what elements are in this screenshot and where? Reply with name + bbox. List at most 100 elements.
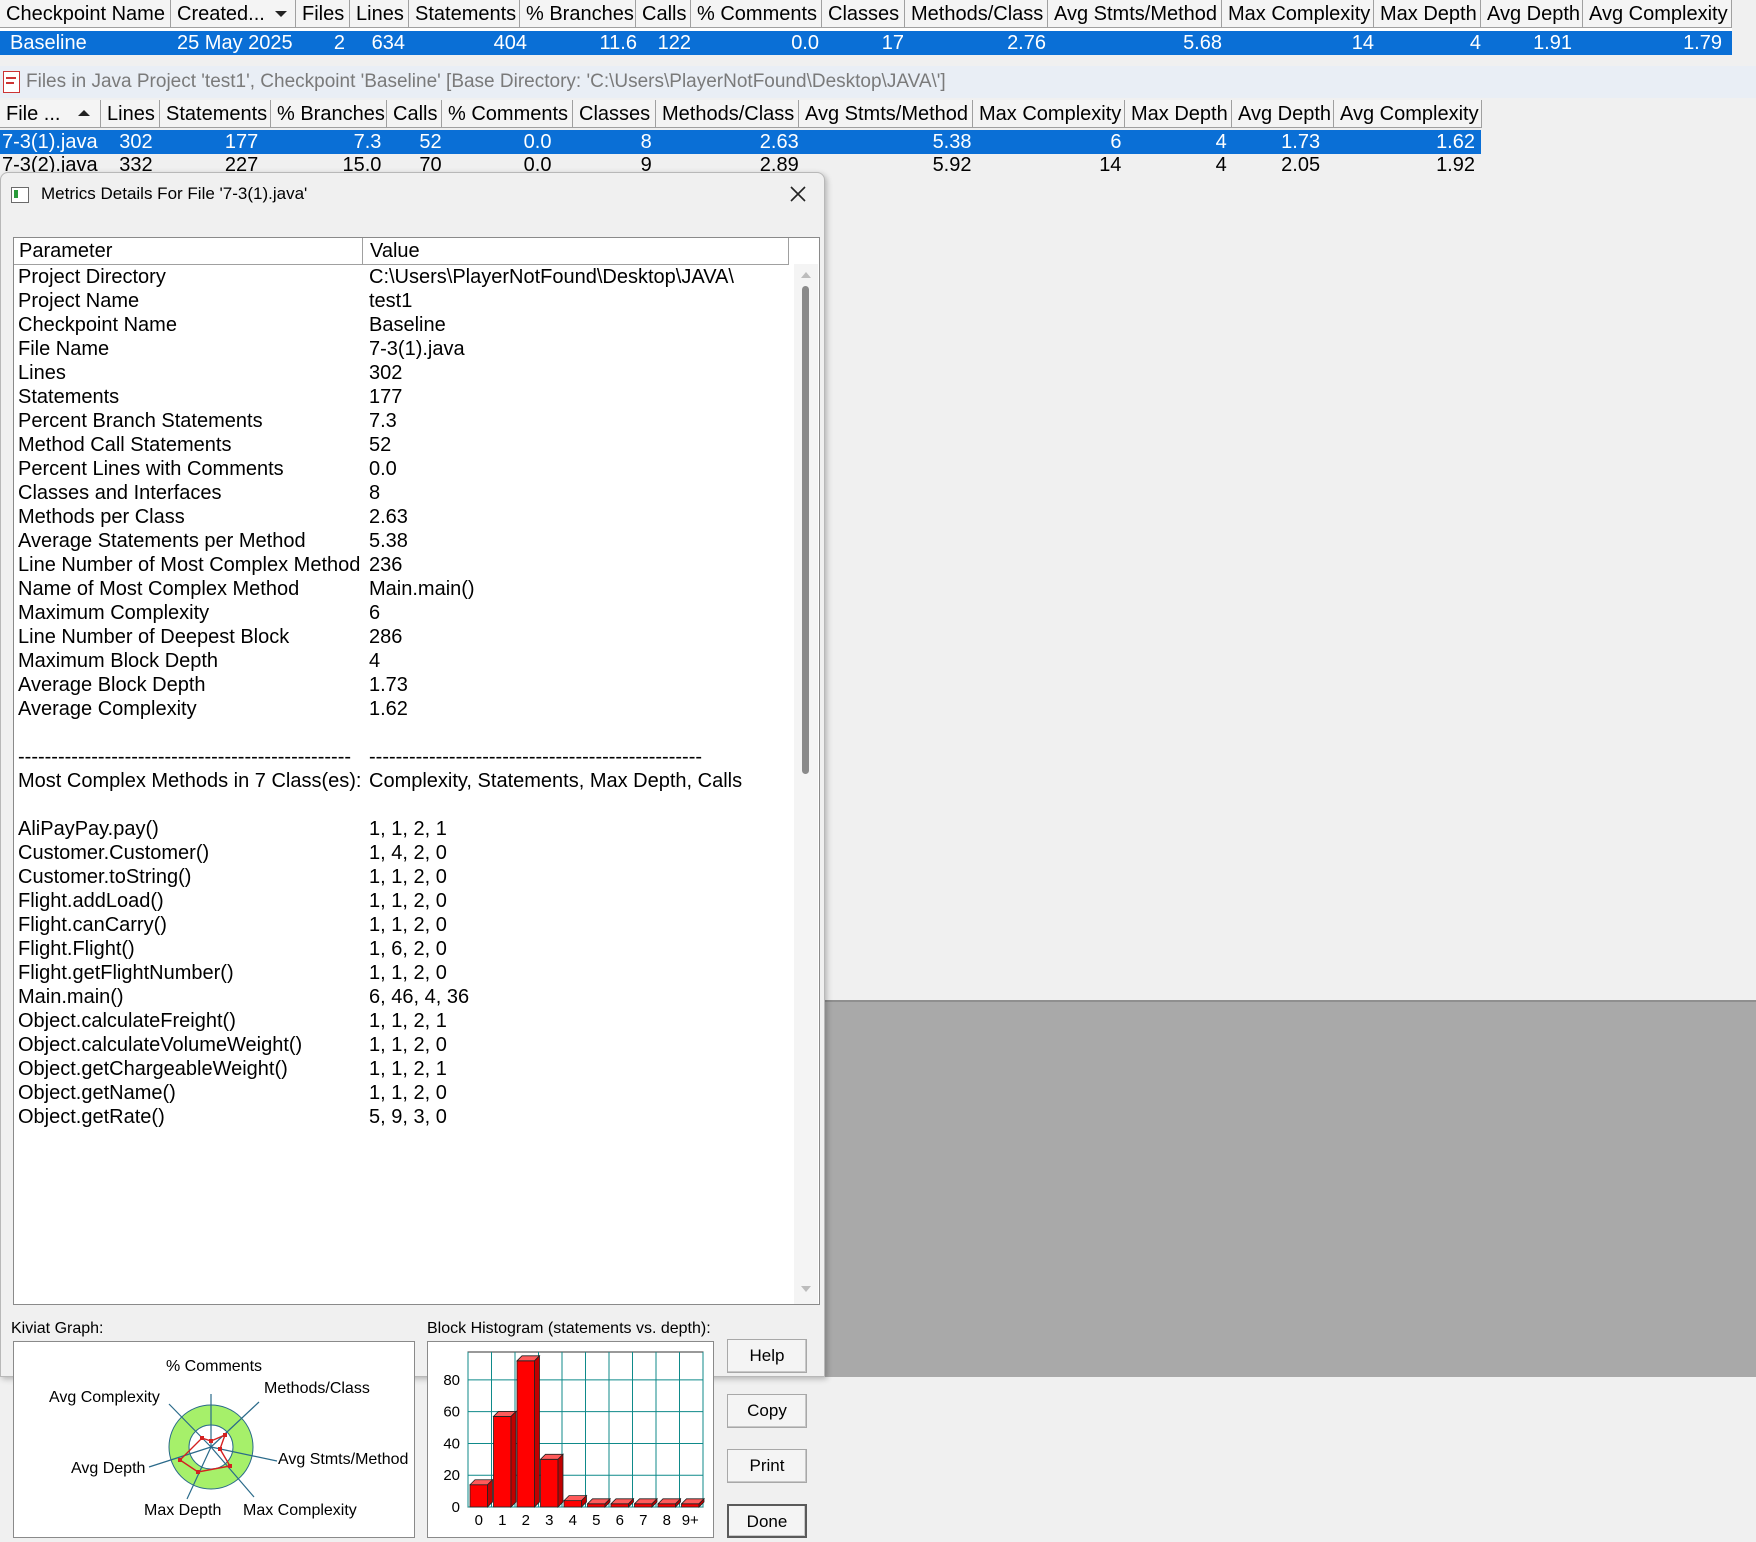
parameter-cell: Classes and Interfaces [18,482,222,504]
parameter-cell: Percent Branch Statements [18,410,263,432]
list-item[interactable]: Line Number of Deepest Block 286 [14,625,789,649]
print-button[interactable]: Print [727,1449,807,1483]
list-item[interactable]: Object.calculateVolumeWeight() 1, 1, 2, 0 [14,1033,789,1057]
list-item[interactable]: Most Complex Methods in 7 Class(es): Comp… [14,769,789,793]
cell-max-depth: 4 [1215,131,1227,153]
scroll-thumb[interactable] [802,286,809,774]
col-statements[interactable]: Statements [409,0,520,28]
col-calls[interactable]: Calls [387,100,442,128]
list-item[interactable]: Classes and Interfaces 8 [14,481,789,505]
parameter-cell: Average Block Depth [18,674,206,696]
list-item[interactable]: Project Name test1 [14,289,789,313]
list-item[interactable]: Object.getChargeableWeight() 1, 1, 2, 1 [14,1057,789,1081]
list-item[interactable]: Customer.Customer() 1, 4, 2, 0 [14,841,789,865]
col-methods-class[interactable]: Methods/Class [656,100,799,128]
list-item[interactable]: Project Directory C:\Users\PlayerNotFound… [14,265,789,289]
col-avg-stmts[interactable]: Avg Stmts/Method [1048,0,1222,28]
list-item[interactable]: Method Call Statements 52 [14,433,789,457]
list-item[interactable]: Main.main() 6, 46, 4, 36 [14,985,789,1009]
copy-button[interactable]: Copy [727,1394,807,1428]
list-item[interactable]: Object.getName() 1, 1, 2, 0 [14,1081,789,1105]
histogram-bar [587,1503,606,1508]
list-item[interactable]: Maximum Complexity 6 [14,601,789,625]
parameter-cell: Customer.Customer() [18,842,210,864]
list-item[interactable]: Flight.canCarry() 1, 1, 2, 0 [14,913,789,937]
col-avg-depth[interactable]: Avg Depth [1481,0,1583,28]
list-item[interactable]: Percent Branch Statements 7.3 [14,409,789,433]
col-avg-complexity[interactable]: Avg Complexity [1334,100,1482,128]
list-item[interactable]: Average Statements per Method 5.38 [14,529,789,553]
cell-avg-complexity: 1.79 [1683,32,1722,54]
col-file[interactable]: File ... [0,100,101,128]
vertical-scrollbar[interactable] [794,264,818,1304]
col-parameter[interactable]: Parameter [14,238,363,264]
col-max-complexity[interactable]: Max Complexity [1222,0,1374,28]
col-created[interactable]: Created... [171,0,296,28]
list-item[interactable]: Average Block Depth 1.73 [14,673,789,697]
col-classes[interactable]: Classes [822,0,905,28]
col-lines[interactable]: Lines [101,100,160,128]
col-branches[interactable]: % Branches [271,100,387,128]
close-icon[interactable] [781,179,815,209]
cell-comments: 0.0 [791,32,819,54]
list-item[interactable]: Flight.Flight() 1, 6, 2, 0 [14,937,789,961]
list-item[interactable]: Object.calculateFreight() 1, 1, 2, 1 [14,1009,789,1033]
kiviat-axis-label: Max Depth [144,1502,221,1519]
list-item[interactable]: File Name 7-3(1).java [14,337,789,361]
parameter-cell: ----------------------------------------… [18,746,352,768]
col-max-depth[interactable]: Max Depth [1125,100,1232,128]
table-row[interactable]: 7-3(1).java 302 177 7.3 52 0.0 8 2.63 5.… [0,130,1481,154]
parameter-cell: Object.calculateFreight() [18,1010,236,1032]
col-max-depth[interactable]: Max Depth [1374,0,1481,28]
list-item[interactable]: AliPayPay.pay() 1, 1, 2, 1 [14,817,789,841]
list-item[interactable]: Methods per Class 2.63 [14,505,789,529]
cell-max-complexity: 14 [1351,32,1374,54]
parameter-cell: Maximum Block Depth [18,650,219,672]
cell-name: Baseline [10,32,87,54]
col-statements[interactable]: Statements [160,100,271,128]
col-avg-complexity[interactable]: Avg Complexity [1583,0,1732,28]
list-item[interactable]: Statements 177 [14,385,789,409]
scroll-up-arrow[interactable] [801,272,811,278]
col-files[interactable]: Files [296,0,350,28]
list-item[interactable]: Flight.addLoad() 1, 1, 2, 0 [14,889,789,913]
list-item[interactable]: ----------------------------------------… [14,745,789,769]
list-item[interactable]: Line Number of Most Complex Method 236 [14,553,789,577]
list-item[interactable]: Flight.getFlightNumber() 1, 1, 2, 0 [14,961,789,985]
workspace-background [823,1000,1756,1377]
list-item[interactable] [14,793,789,817]
list-item[interactable]: Average Complexity 1.62 [14,697,789,721]
list-item[interactable] [14,721,789,745]
list-item[interactable]: Checkpoint Name Baseline [14,313,789,337]
metrics-details-dialog: Metrics Details For File '7-3(1).java' P… [0,172,825,1538]
col-max-complexity[interactable]: Max Complexity [973,100,1125,128]
col-checkpoint-name[interactable]: Checkpoint Name [0,0,171,28]
done-button[interactable]: Done [727,1504,807,1538]
col-comments[interactable]: % Comments [442,100,573,128]
col-avg-depth[interactable]: Avg Depth [1232,100,1334,128]
col-value[interactable]: Value [363,238,789,264]
list-item[interactable]: Customer.toString() 1, 1, 2, 0 [14,865,789,889]
col-comments[interactable]: % Comments [691,0,822,28]
metrics-list[interactable]: Parameter Value Project Directory C:\User… [13,237,820,1305]
value-cell: 1, 1, 2, 0 [369,962,447,984]
list-item[interactable]: Maximum Block Depth 4 [14,649,789,673]
col-classes[interactable]: Classes [573,100,656,128]
cell-calls: 122 [657,32,691,54]
list-item[interactable]: Name of Most Complex Method Main.main() [14,577,789,601]
parameter-cell: Statements [18,386,120,408]
table-row[interactable]: Baseline 25 May 2025 2 634 404 11.6 122 … [0,31,1732,55]
scroll-down-arrow[interactable] [801,1286,811,1292]
col-avg-stmts[interactable]: Avg Stmts/Method [799,100,973,128]
col-lines[interactable]: Lines [350,0,409,28]
col-calls[interactable]: Calls [636,0,691,28]
col-methods-class[interactable]: Methods/Class [905,0,1048,28]
cell-lines: 302 [119,131,153,153]
value-cell: 236 [369,554,403,576]
list-item[interactable]: Percent Lines with Comments 0.0 [14,457,789,481]
list-item[interactable]: Lines 302 [14,361,789,385]
list-item[interactable]: Object.getRate() 5, 9, 3, 0 [14,1105,789,1129]
help-button[interactable]: Help [727,1339,807,1373]
block-histogram-svg: 0204060800 1 2 3 4 5 6 7 8 9+ [443,1351,705,1529]
col-branches[interactable]: % Branches [520,0,636,28]
